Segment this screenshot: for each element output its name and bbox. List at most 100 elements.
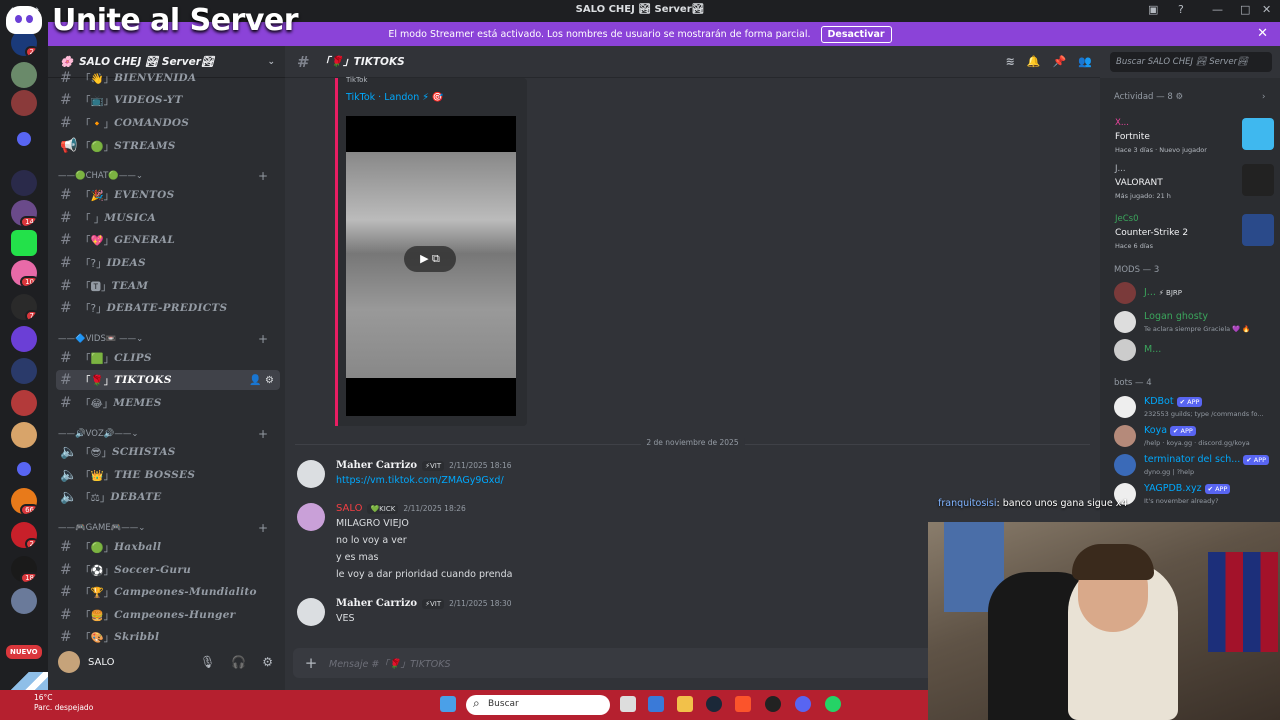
- server-icon[interactable]: [11, 62, 37, 88]
- activity-card[interactable]: X... Fortnite Hace 3 días · Nuevo jugado…: [1108, 116, 1274, 158]
- windows-start-icon[interactable]: [440, 696, 456, 712]
- inbox-icon[interactable]: ▣: [1148, 3, 1158, 16]
- bell-icon[interactable]: 🔔: [1027, 55, 1041, 68]
- server-icon[interactable]: [11, 588, 37, 614]
- activity-card[interactable]: JeCs0 Counter-Strike 2 Hace 6 días: [1108, 212, 1274, 254]
- category-voz[interactable]: ——🔊 VOZ 🔊——⌄ +: [58, 426, 278, 442]
- server-icon[interactable]: [11, 170, 37, 196]
- channel-campeones-mundialito[interactable]: # 「🏆」 Campeones-Mundialito: [56, 582, 280, 602]
- channel-ideas[interactable]: # 「?」 IDEAS: [56, 253, 280, 273]
- channel-videos-yt[interactable]: # 「📺」 VIDEOS-YT: [56, 90, 280, 110]
- channel-musica[interactable]: # 「 」 MUSICA: [56, 208, 280, 228]
- activity-card[interactable]: J... VALORANT Más jugado: 21 h: [1108, 162, 1274, 204]
- avatar[interactable]: [58, 651, 80, 673]
- file-explorer-icon[interactable]: [677, 696, 693, 712]
- voice-channel-the-bosses[interactable]: 🔈 「👑」 THE BOSSES: [56, 465, 280, 485]
- avatar[interactable]: [297, 460, 325, 488]
- server-icon[interactable]: 66: [11, 488, 37, 514]
- help-icon[interactable]: ?: [1178, 3, 1184, 16]
- message-author[interactable]: Maher Carrizo: [336, 598, 417, 609]
- microphone-icon[interactable]: 🎙: [200, 655, 215, 669]
- folder-icon[interactable]: [17, 462, 31, 476]
- headphones-icon[interactable]: 🎧: [231, 655, 246, 669]
- category-game[interactable]: ——🎮 GAME 🎮——⌄ +: [58, 520, 278, 536]
- channel-comandos[interactable]: # 「🔸」 COMANDOS: [56, 113, 280, 133]
- channel-debate-predicts[interactable]: # 「?」 DEBATE-PREDICTS: [56, 298, 280, 318]
- channel-haxball[interactable]: # 「🟢」 Haxball: [56, 537, 280, 557]
- chevron-right-icon[interactable]: ›: [1262, 92, 1265, 102]
- brave-icon[interactable]: [735, 696, 751, 712]
- embed-title-link[interactable]: TikTok · Landon ⚡ 🎯: [346, 92, 444, 103]
- username[interactable]: SALO: [88, 657, 114, 668]
- whatsapp-icon[interactable]: [825, 696, 841, 712]
- minimize-icon[interactable]: —: [1212, 3, 1223, 16]
- member-item[interactable]: Logan ghosty Te aclara siempre Graciela …: [1114, 309, 1274, 335]
- server-icon[interactable]: [11, 326, 37, 352]
- server-icon[interactable]: 18: [11, 556, 37, 582]
- activity-header[interactable]: Actividad — 8 ⚙ ›: [1114, 92, 1265, 102]
- add-attachment-icon[interactable]: +: [293, 654, 329, 672]
- kick-server-icon[interactable]: [11, 230, 37, 256]
- channel-soccer-guru[interactable]: # 「⚽」 Soccer-Guru: [56, 560, 280, 580]
- add-channel-icon[interactable]: +: [258, 427, 268, 441]
- channel-memes[interactable]: # 「😂」 MEMES: [56, 393, 280, 413]
- member-item[interactable]: terminator del sch... ✔ APP dyno.gg | ?he…: [1114, 452, 1274, 478]
- category-chat[interactable]: ——🟢 CHAT 🟢——⌄ +: [58, 168, 278, 184]
- channel-campeones-hunger[interactable]: # 「🍔」 Campeones-Hunger: [56, 605, 280, 625]
- channel-clips[interactable]: # 「🟩」 CLIPS: [56, 348, 280, 368]
- discord-taskbar-icon[interactable]: [795, 696, 811, 712]
- server-icon[interactable]: [11, 358, 37, 384]
- server-icon[interactable]: 14: [11, 200, 37, 226]
- server-icon[interactable]: [11, 390, 37, 416]
- folder-icon[interactable]: [17, 132, 31, 146]
- maximize-icon[interactable]: □: [1240, 3, 1250, 16]
- server-icon[interactable]: [11, 90, 37, 116]
- channel-eventos[interactable]: # 「🎉」 EVENTOS: [56, 185, 280, 205]
- avatar[interactable]: [297, 598, 325, 626]
- channel-general[interactable]: # 「💖」 GENERAL: [56, 230, 280, 250]
- pin-icon[interactable]: 📌: [1053, 55, 1067, 68]
- add-member-icon[interactable]: 👤: [249, 375, 261, 386]
- add-channel-icon[interactable]: +: [258, 521, 268, 535]
- server-icon[interactable]: 7: [11, 294, 37, 320]
- add-channel-icon[interactable]: +: [258, 169, 268, 183]
- server-icon[interactable]: [11, 422, 37, 448]
- obs-icon[interactable]: [765, 696, 781, 712]
- message-link[interactable]: https://vm.tiktok.com/ZMAGy9Gxd/: [336, 475, 504, 486]
- new-badge[interactable]: NUEVO: [6, 645, 42, 659]
- message-author[interactable]: SALO: [336, 503, 362, 514]
- member-item[interactable]: Koya ✔ APP /help · koya.gg · discord.gg/k…: [1114, 423, 1274, 449]
- store-icon[interactable]: [648, 696, 664, 712]
- channel-bienvenida[interactable]: # 「👋」 BIENVENIDA: [56, 68, 280, 88]
- server-icon[interactable]: 2: [11, 522, 37, 548]
- add-channel-icon[interactable]: +: [258, 332, 268, 346]
- members-icon[interactable]: 👥: [1078, 55, 1092, 68]
- member-item[interactable]: KDBot ✔ APP 232553 guilds; type /commands…: [1114, 394, 1274, 420]
- gear-icon[interactable]: ⚙: [265, 375, 274, 386]
- channel-tiktoks[interactable]: # 「🌹」 TIKTOKS 👤 ⚙: [56, 370, 280, 390]
- gear-icon[interactable]: ⚙: [262, 655, 273, 669]
- banner-close-icon[interactable]: ✕: [1257, 26, 1268, 41]
- member-item[interactable]: M...: [1114, 337, 1274, 363]
- server-icon[interactable]: 10: [11, 260, 37, 286]
- channel-team[interactable]: # 「🆃」 TEAM: [56, 276, 280, 296]
- taskbar-search[interactable]: Buscar: [466, 695, 610, 715]
- channel-streams[interactable]: 📢 「🟢」 STREAMS: [56, 136, 280, 156]
- weather-widget[interactable]: 16°C Parc. despejado: [34, 693, 93, 713]
- avatar[interactable]: [297, 503, 325, 531]
- composer-placeholder[interactable]: Mensaje #「🌹」TIKTOKS: [329, 656, 451, 670]
- embed-video[interactable]: ▶ ⧉: [346, 116, 516, 416]
- play-button-icon[interactable]: ▶ ⧉: [404, 246, 456, 272]
- voice-channel-schistas[interactable]: 🔈 「😎」 SCHISTAS: [56, 442, 280, 462]
- search-input[interactable]: Buscar SALO CHEJ 🏞 Server🏞: [1110, 52, 1272, 72]
- message-author[interactable]: Maher Carrizo: [336, 460, 417, 471]
- deactivate-button[interactable]: Desactivar: [820, 25, 892, 43]
- member-item[interactable]: YAGPDB.xyz ✔ APP It's november already?: [1114, 481, 1274, 507]
- task-view-icon[interactable]: [620, 696, 636, 712]
- member-item[interactable]: J... ⚡ BJRP: [1114, 280, 1274, 306]
- steam-icon[interactable]: [706, 696, 722, 712]
- voice-channel-debate[interactable]: 🔈 「⚖」 DEBATE: [56, 487, 280, 507]
- category-vids[interactable]: ——🔷 VIDS 📼 ——⌄ +: [58, 331, 278, 347]
- threads-icon[interactable]: ≋: [1006, 55, 1015, 68]
- close-window-icon[interactable]: ✕: [1262, 3, 1271, 16]
